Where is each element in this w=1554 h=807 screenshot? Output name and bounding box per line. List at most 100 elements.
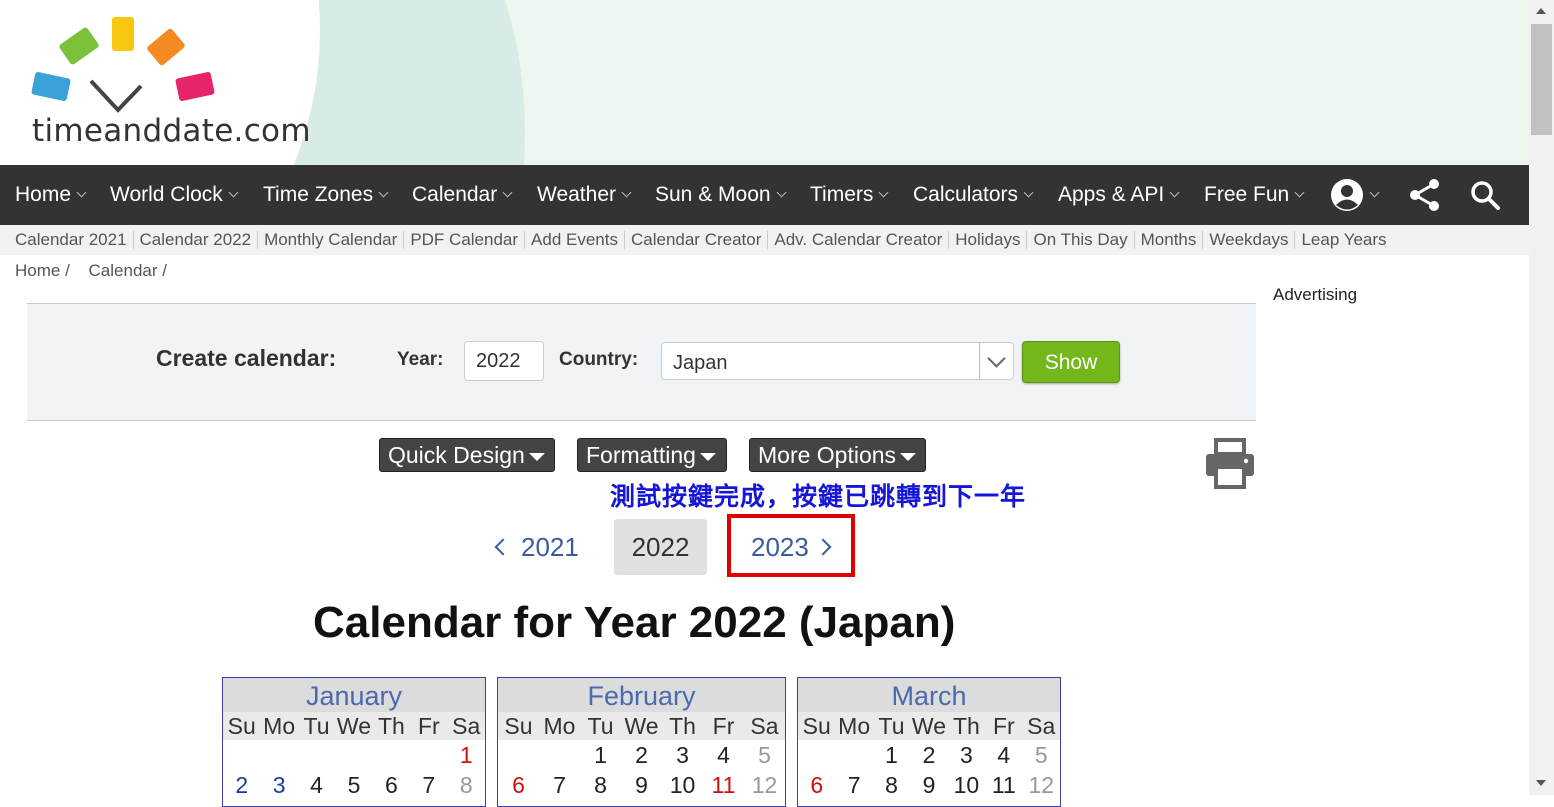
subnav-link[interactable]: On This Day: [1026, 231, 1133, 249]
chevron-down-icon: [378, 187, 389, 198]
day-cell: [260, 740, 297, 770]
nav-label: Calculators: [913, 183, 1019, 206]
printer-icon[interactable]: [1203, 437, 1257, 491]
next-year-label: 2023: [751, 532, 809, 562]
subnav-link[interactable]: Holidays: [948, 231, 1026, 249]
weekday-header: Su Mo Tu We Th Fr Sa: [223, 712, 485, 740]
week-row: 1 2 3 4 5: [498, 740, 785, 770]
weekday-label: Mo: [263, 713, 296, 739]
nav-item-calendar[interactable]: Calendar: [412, 165, 513, 225]
country-select-value: Japan: [673, 352, 728, 374]
share-button[interactable]: [1408, 165, 1442, 225]
search-button[interactable]: [1469, 165, 1501, 225]
subnav-link[interactable]: Calendar 2022: [132, 231, 258, 249]
logo-bar-green: [58, 26, 100, 66]
day-cell: 7: [847, 772, 861, 798]
next-year-link[interactable]: 2023: [751, 532, 832, 563]
week-row: 1: [223, 740, 485, 770]
scrollbar-thumb[interactable]: [1531, 24, 1552, 135]
nav-item-home[interactable]: Home: [15, 165, 87, 225]
nav-item-apps-api[interactable]: Apps & API: [1058, 165, 1180, 225]
breadcrumb: Home / Calendar /: [15, 261, 181, 281]
day-cell: [835, 740, 872, 770]
show-button[interactable]: Show: [1022, 341, 1120, 383]
nav-label: Weather: [537, 183, 616, 206]
weekday-header: Su Mo Tu We Th Fr Sa: [498, 712, 785, 740]
subnav-link[interactable]: Calendar 2021: [15, 231, 133, 249]
day-cell: 6: [512, 772, 525, 798]
weekday-label: Tu: [878, 713, 905, 739]
nav-item-timers[interactable]: Timers: [810, 165, 889, 225]
user-account-icon: [1331, 179, 1363, 211]
day-cell: [410, 740, 447, 770]
nav-item-world-clock[interactable]: World Clock: [110, 165, 239, 225]
subnav-link[interactable]: Add Events: [524, 231, 624, 249]
weekday-label: Th: [952, 713, 980, 739]
chevron-down-icon: [987, 349, 1006, 368]
scroll-down-icon[interactable]: [1536, 780, 1546, 786]
day-cell: 11: [991, 772, 1016, 798]
logo-text: timeanddate.com: [32, 113, 311, 149]
day-cell: 8: [459, 772, 473, 798]
subnav-link[interactable]: Adv. Calendar Creator: [767, 231, 948, 249]
weekday-label: Su: [227, 713, 256, 739]
week-row: 6 7 8 9 10 11 12: [798, 770, 1060, 800]
quick-design-button[interactable]: Quick Design: [379, 438, 555, 472]
holiday-day-cell[interactable]: 1: [448, 740, 485, 770]
weekday-label: Sa: [750, 713, 779, 739]
more-options-button[interactable]: More Options: [749, 438, 926, 472]
day-cell: 4: [310, 772, 323, 798]
weekday-label: We: [336, 713, 372, 739]
page-scrollbar[interactable]: [1529, 0, 1554, 795]
weekday-label: Th: [669, 713, 696, 739]
subnav-link[interactable]: Calendar Creator: [623, 231, 767, 249]
subnav-link[interactable]: Leap Years: [1294, 231, 1392, 249]
logo-bar-orange: [146, 27, 186, 67]
day-cell[interactable]: 3: [260, 770, 297, 800]
create-calendar-title: Create calendar:: [156, 345, 337, 371]
chevron-right-icon: [814, 538, 832, 556]
day-cell: [798, 740, 835, 770]
day-cell: 5: [758, 742, 771, 768]
day-cell: 2: [235, 772, 249, 798]
account-menu[interactable]: [1330, 165, 1380, 225]
subnav-link[interactable]: Months: [1133, 231, 1203, 249]
weekday-label: Tu: [303, 713, 330, 739]
subnav-link[interactable]: Weekdays: [1202, 231, 1294, 249]
country-label: Country:: [559, 349, 639, 370]
day-cell: 12: [1028, 772, 1055, 798]
nav-label: Free Fun: [1204, 183, 1290, 206]
holiday-day-cell[interactable]: 11: [703, 770, 744, 800]
day-cell: [373, 740, 410, 770]
chevron-down-icon: [228, 187, 239, 198]
country-select[interactable]: Japan: [661, 342, 1014, 380]
subnav-link[interactable]: Monthly Calendar: [257, 231, 403, 249]
formatting-button[interactable]: Formatting: [577, 438, 727, 472]
month-name: March: [798, 678, 1060, 712]
subnav-link[interactable]: PDF Calendar: [403, 231, 524, 249]
year-input[interactable]: 2022: [464, 341, 544, 381]
nav-item-calculators[interactable]: Calculators: [913, 165, 1034, 225]
site-logo[interactable]: timeanddate.com: [0, 0, 320, 165]
breadcrumb-calendar[interactable]: Calendar /: [89, 261, 167, 280]
nav-label: Sun & Moon: [655, 183, 771, 206]
weekday-header: Su Mo Tu We Th Fr Sa: [798, 712, 1060, 740]
day-cell: [335, 740, 372, 770]
caret-down-icon: [528, 452, 545, 461]
chevron-down-icon: [621, 187, 632, 198]
scroll-up-icon[interactable]: [1536, 8, 1546, 14]
nav-item-time-zones[interactable]: Time Zones: [263, 165, 389, 225]
day-cell: 7: [422, 772, 436, 798]
logo-bar-yellow: [112, 17, 134, 51]
caret-down-icon: [699, 452, 716, 461]
nav-item-weather[interactable]: Weather: [537, 165, 632, 225]
site-header: timeanddate.com: [0, 0, 1529, 165]
nav-item-free-fun[interactable]: Free Fun: [1204, 165, 1305, 225]
weekday-label: Mo: [838, 713, 871, 739]
breadcrumb-home[interactable]: Home /: [15, 261, 70, 280]
day-cell: 9: [635, 772, 648, 798]
weekday-label: Th: [377, 713, 405, 739]
prev-year-link[interactable]: 2021: [494, 532, 579, 563]
nav-item-sun-moon[interactable]: Sun & Moon: [655, 165, 787, 225]
chevron-down-icon: [1023, 187, 1034, 198]
